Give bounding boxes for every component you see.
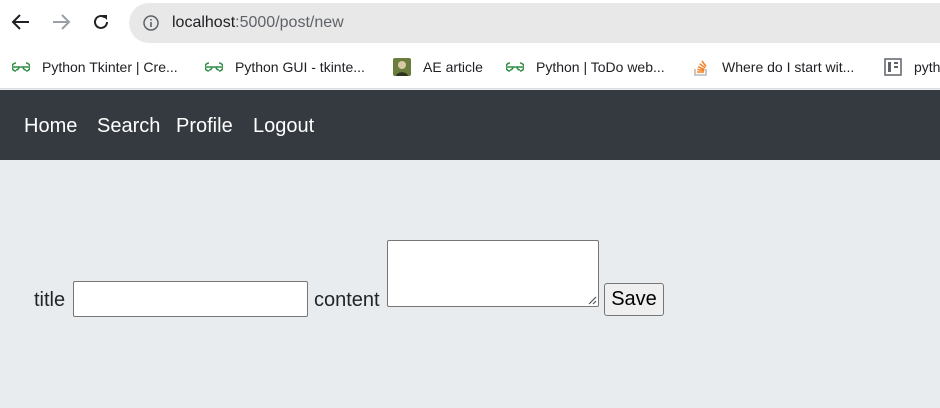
bookmark-label: Where do I start wit... <box>722 59 855 75</box>
nav-link-search[interactable]: Search <box>97 114 160 138</box>
bookmark-item[interactable]: Python GUI - tkinte... <box>205 57 365 77</box>
url-path: :5000/post/new <box>235 14 344 31</box>
resize-handle-icon[interactable] <box>587 295 597 305</box>
stackoverflow-icon <box>692 58 710 76</box>
reload-icon <box>94 14 108 29</box>
back-button[interactable] <box>8 9 34 35</box>
geeksforgeeks-icon <box>506 58 524 76</box>
info-icon[interactable] <box>143 15 159 31</box>
content-textarea[interactable] <box>387 240 599 307</box>
site-navbar: Home Search Profile Logout <box>0 90 940 160</box>
reload-button[interactable] <box>88 9 114 35</box>
save-button[interactable]: Save <box>604 283 664 316</box>
bookmark-label: pyth <box>914 59 940 75</box>
bookmark-item[interactable]: Python | ToDo web... <box>506 57 665 77</box>
title-label: title <box>34 289 66 311</box>
bookmark-item[interactable]: Where do I start wit... <box>692 57 854 77</box>
browser-toolbar: localhost:5000/post/new <box>0 0 940 46</box>
bookmarks-bar: Python Tkinter | Cre... Python GUI - tki… <box>0 46 940 89</box>
address-bar[interactable]: localhost:5000/post/new <box>129 3 940 43</box>
bookmark-label: AE article <box>423 59 483 75</box>
avatar-icon <box>393 58 411 76</box>
bookmark-item[interactable]: pyth <box>884 57 940 77</box>
content-label: content <box>314 289 380 311</box>
back-arrow-icon <box>11 14 29 30</box>
geeksforgeeks-icon <box>205 58 223 76</box>
forward-arrow-icon <box>53 14 71 30</box>
bookmark-item[interactable]: AE article <box>393 57 483 77</box>
title-input[interactable] <box>73 281 308 317</box>
forward-button[interactable] <box>48 9 74 35</box>
nav-link-logout[interactable]: Logout <box>253 114 314 138</box>
nav-link-home[interactable]: Home <box>24 114 77 138</box>
bookmark-label: Python Tkinter | Cre... <box>42 59 178 75</box>
geeksforgeeks-icon <box>12 58 30 76</box>
document-icon <box>884 58 902 76</box>
nav-link-profile[interactable]: Profile <box>176 114 233 138</box>
bookmark-item[interactable]: Python Tkinter | Cre... <box>12 57 178 77</box>
url-host: localhost <box>172 14 236 31</box>
bookmark-label: Python | ToDo web... <box>536 59 665 75</box>
bookmark-label: Python GUI - tkinte... <box>235 59 365 75</box>
url-text: localhost:5000/post/new <box>172 13 344 33</box>
